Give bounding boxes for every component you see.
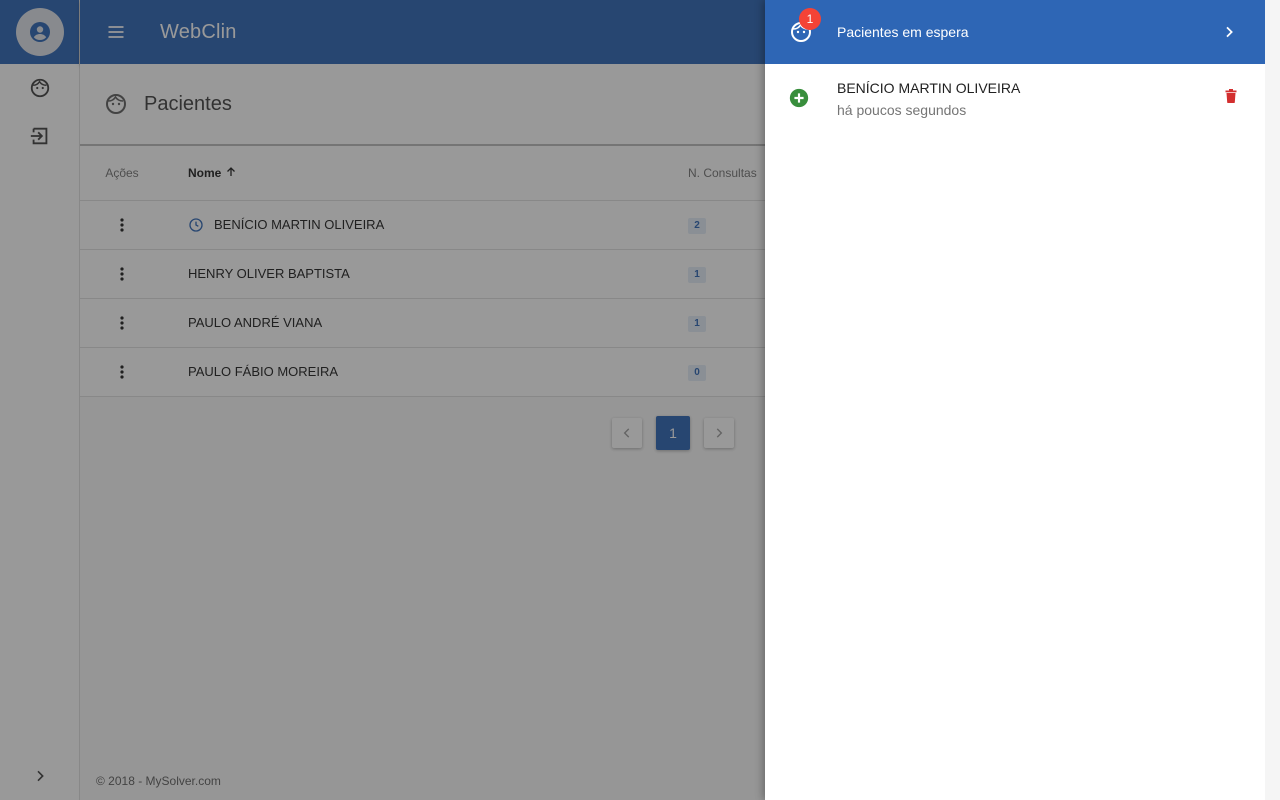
waiting-patients-drawer: 1 Pacientes em espera BENÍCIO MARTIN OLI…: [765, 0, 1265, 800]
chevron-right-icon: [1226, 26, 1233, 38]
waiting-count-badge: 1: [799, 8, 821, 30]
waiting-patient-name: BENÍCIO MARTIN OLIVEIRA: [837, 80, 1021, 96]
remove-from-waiting-button[interactable]: [1221, 86, 1241, 106]
add-consultation-button[interactable]: [789, 88, 809, 108]
drawer-face-wrap: 1: [789, 8, 821, 44]
delete-icon: [1225, 89, 1237, 103]
drawer-close-button[interactable]: [1217, 20, 1241, 44]
waiting-list-item[interactable]: BENÍCIO MARTIN OLIVEIRA há poucos segund…: [765, 64, 1265, 130]
waiting-patient-time: há poucos segundos: [837, 102, 967, 118]
scrollbar-track[interactable]: [1265, 0, 1280, 800]
add-circle-icon: [789, 88, 809, 108]
drawer-title: Pacientes em espera: [837, 24, 969, 40]
waiting-item-text: BENÍCIO MARTIN OLIVEIRA há poucos segund…: [837, 78, 1020, 118]
drawer-header: 1 Pacientes em espera: [765, 0, 1265, 64]
app-root: WebClin Pacientes Ações Nome N. Consulta…: [0, 0, 1280, 800]
